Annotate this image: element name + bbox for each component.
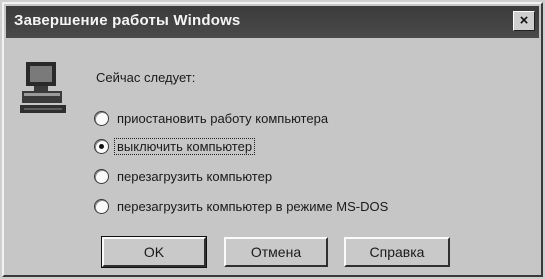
close-button[interactable]: × [513,11,535,31]
prompt-label: Сейчас следует: [96,70,196,85]
option-restart-msdos-label[interactable]: перезагрузить компьютер в режиме MS-DOS [115,199,390,214]
radio-restart-msdos[interactable] [94,198,109,214]
title-bar[interactable]: Завершение работы Windows × [6,6,539,38]
option-restart[interactable]: перезагрузить компьютер [94,166,274,186]
cancel-button[interactable]: Отмена [224,237,328,267]
radio-shutdown[interactable] [94,138,109,154]
computer-icon [20,62,66,113]
option-shutdown-label[interactable]: выключить компьютер [113,137,256,155]
option-standby[interactable]: приостановить работу компьютера [94,108,330,128]
help-button[interactable]: Справка [344,237,450,267]
option-shutdown[interactable]: выключить компьютер [94,136,256,156]
shutdown-dialog: Завершение работы Windows × Сейчас следу… [2,2,543,277]
radio-restart[interactable] [94,168,109,184]
option-restart-label[interactable]: перезагрузить компьютер [115,169,274,184]
radio-standby[interactable] [94,110,109,126]
window-title: Завершение работы Windows [14,12,241,29]
option-restart-msdos[interactable]: перезагрузить компьютер в режиме MS-DOS [94,196,390,216]
ok-button[interactable]: OK [101,236,207,268]
option-standby-label[interactable]: приостановить работу компьютера [115,111,330,126]
